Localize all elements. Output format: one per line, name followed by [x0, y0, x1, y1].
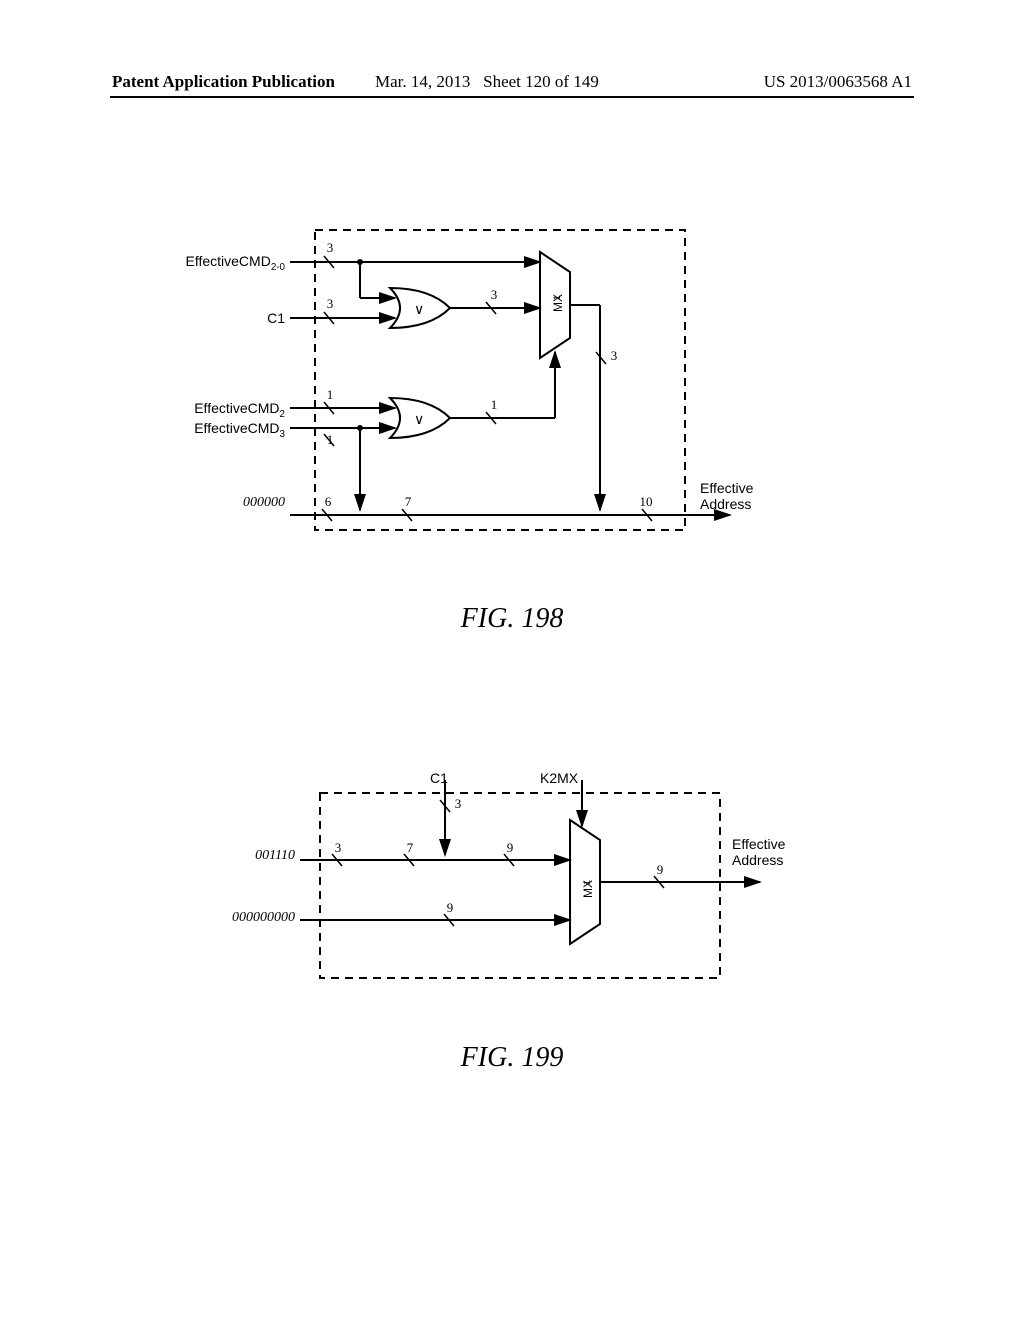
width-3b-199: 3 [328, 840, 348, 856]
label-k2mx: K2MX [540, 770, 578, 786]
page: Patent Application Publication Mar. 14, … [0, 0, 1024, 1320]
label-c1-199: C1 [430, 770, 448, 786]
label-000000000: 000000000 [175, 910, 295, 926]
width-9b-199: 9 [440, 900, 460, 916]
width-9a-199: 9 [500, 840, 520, 856]
width-7-199: 7 [400, 840, 420, 856]
caption-199: FIG. 199 [412, 1042, 612, 1074]
figure-199-svg: MX 1 [0, 0, 1024, 1320]
svg-text:1: 1 [582, 880, 592, 885]
label-001110: 001110 [215, 848, 295, 864]
mux-199: MX 1 [570, 820, 600, 944]
width-3a-199: 3 [448, 796, 468, 812]
width-9c-199: 9 [650, 862, 670, 878]
label-effaddr-199: EffectiveAddress [732, 836, 785, 868]
